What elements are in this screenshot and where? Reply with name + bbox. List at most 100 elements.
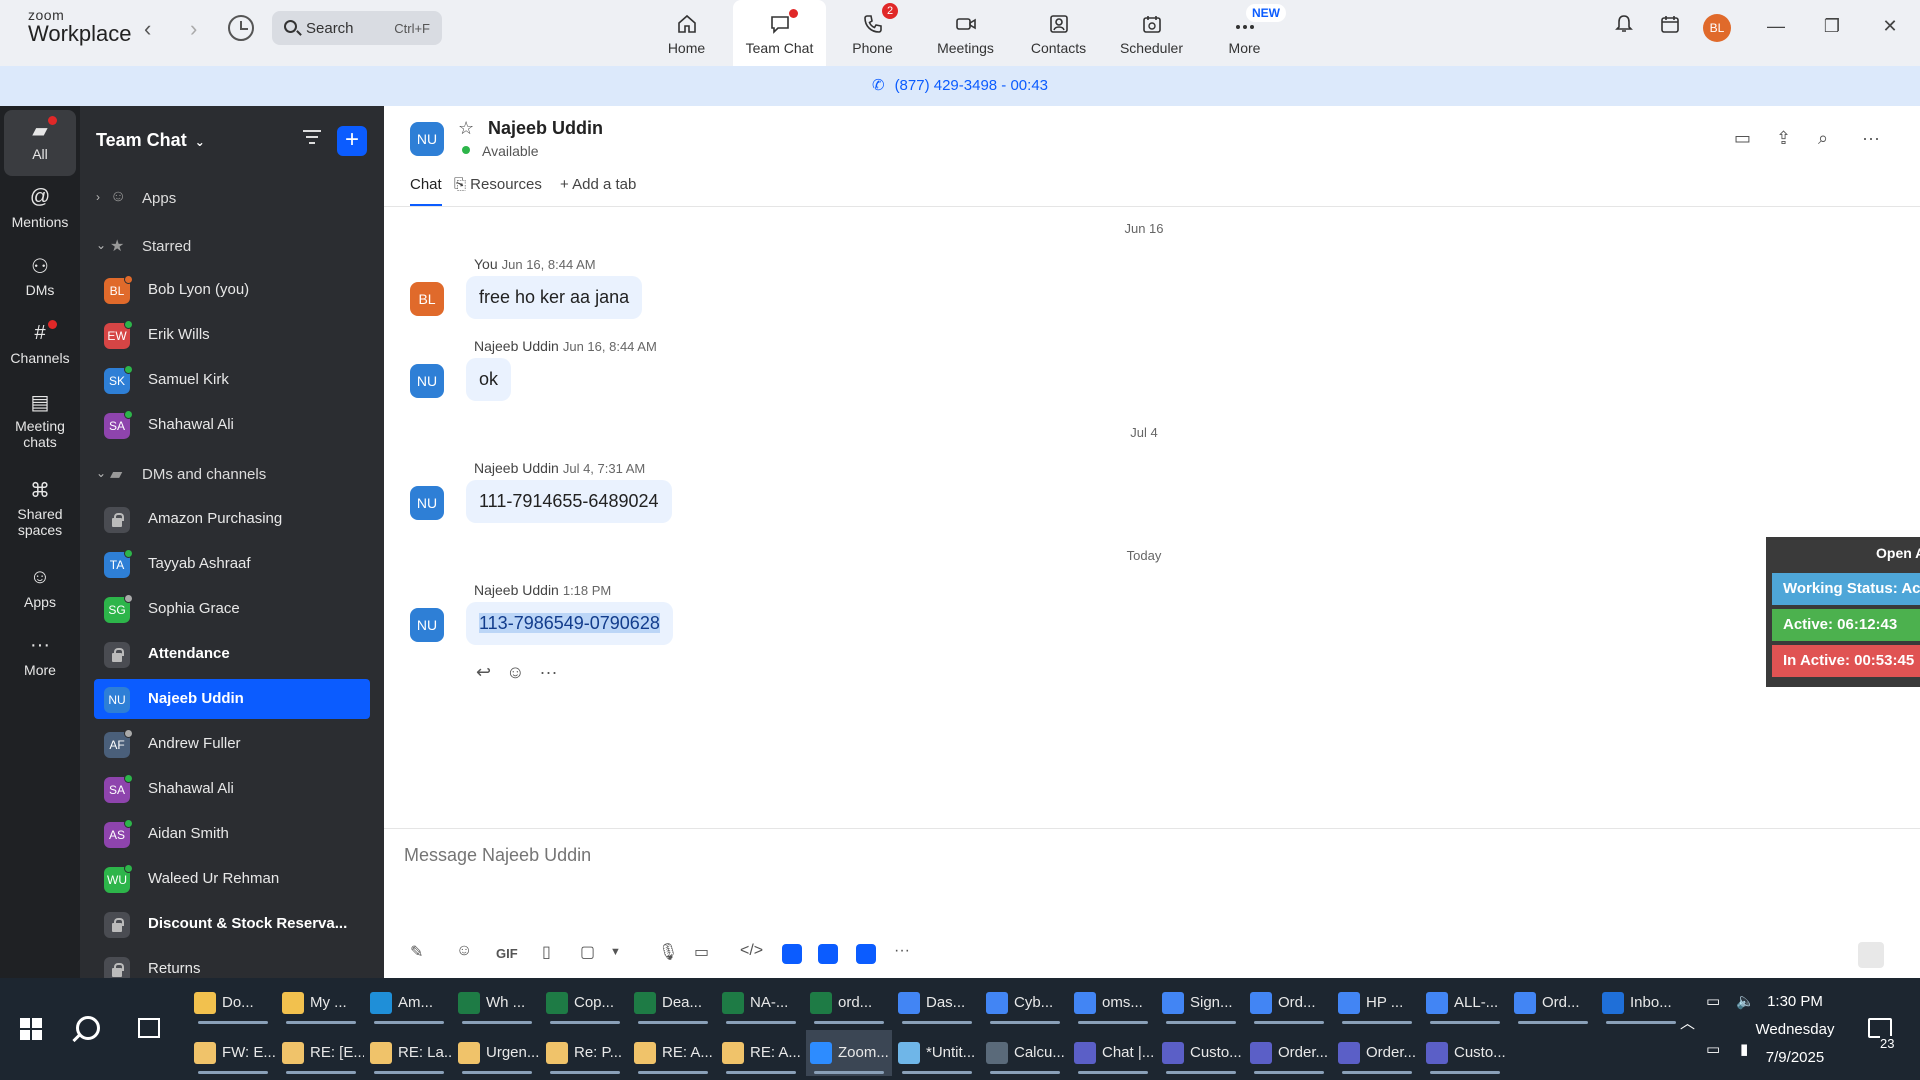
open-label[interactable]: Open A: [1876, 545, 1920, 561]
share-screen-icon[interactable]: ⇪: [1776, 128, 1791, 149]
battery-icon[interactable]: ▭: [1706, 992, 1720, 1010]
rail-item-dms[interactable]: ⚇ DMs: [4, 246, 76, 312]
taskbar-app[interactable]: Urgen...: [454, 1030, 540, 1076]
more-icon[interactable]: ···: [894, 942, 910, 960]
message-bubble[interactable]: ok: [466, 358, 512, 401]
reply-icon[interactable]: ↩: [476, 662, 491, 682]
emoji-reaction-icon[interactable]: ☺: [506, 662, 524, 682]
bell-icon[interactable]: [1614, 14, 1634, 34]
minimize-icon[interactable]: —: [1764, 16, 1788, 37]
work-status-widget[interactable]: Open A Working Status: Ac Active: 06:12:…: [1766, 537, 1920, 687]
taskbar-app[interactable]: HP ...: [1334, 980, 1420, 1026]
contact-tayyab-ashraaf[interactable]: TA Tayyab Ashraaf: [94, 544, 370, 584]
restore-icon[interactable]: ❐: [1820, 16, 1844, 37]
microphone-icon[interactable]: 🎙: [658, 942, 678, 962]
channel-amazon-purchasing[interactable]: Amazon Purchasing: [94, 499, 370, 539]
contact-samuel-kirk[interactable]: SK Samuel Kirk: [94, 360, 370, 400]
tab-resources[interactable]: ⎘ Resources: [454, 176, 542, 193]
search-icon[interactable]: [76, 1016, 100, 1040]
taskbar-app[interactable]: ord...: [806, 980, 892, 1026]
message-bubble[interactable]: free ho ker aa jana: [466, 276, 643, 319]
active-call-banner[interactable]: ✆ (877) 429-3498 - 00:43: [0, 66, 1920, 106]
taskbar-app[interactable]: Chat |...: [1070, 1030, 1156, 1076]
send-button[interactable]: [1858, 942, 1884, 968]
tab-chat[interactable]: Chat: [410, 176, 442, 206]
app-icon[interactable]: [818, 944, 838, 964]
search-icon[interactable]: ⌕: [1818, 128, 1828, 149]
message-bubble[interactable]: 113-7986549-0790628: [466, 602, 673, 645]
section-starred[interactable]: ⌄ ★ Starred: [80, 226, 384, 266]
taskbar-app[interactable]: Order...: [1246, 1030, 1332, 1076]
chevron-down-icon[interactable]: ▼: [610, 946, 621, 958]
gif-icon[interactable]: GIF: [496, 946, 518, 961]
tab-more[interactable]: NEW More: [1198, 0, 1291, 66]
star-icon[interactable]: ☆: [458, 118, 474, 139]
app-icon[interactable]: [856, 944, 876, 964]
video-call-icon[interactable]: ▭: [1734, 128, 1751, 149]
contact-aidan-smith[interactable]: AS Aidan Smith: [94, 814, 370, 854]
rail-item-meeting-chats[interactable]: ▤ Meeting chats: [4, 382, 76, 468]
contact-najeeb-uddin[interactable]: NU Najeeb Uddin: [94, 679, 370, 719]
screenshot-icon[interactable]: ▢: [580, 942, 595, 962]
new-chat-button[interactable]: +: [337, 126, 367, 156]
taskbar-app[interactable]: Order...: [1334, 1030, 1420, 1076]
tab-team-chat[interactable]: Team Chat: [733, 0, 826, 66]
back-arrow-icon[interactable]: ‹: [144, 16, 151, 42]
taskbar-app[interactable]: Das...: [894, 980, 980, 1026]
taskbar-app[interactable]: Cop...: [542, 980, 628, 1026]
calendar-icon[interactable]: [1660, 14, 1680, 34]
tab-contacts[interactable]: Contacts: [1012, 0, 1105, 66]
selected-text[interactable]: 113-7986549-0790628: [479, 613, 660, 633]
format-icon[interactable]: ✎: [410, 942, 423, 962]
rail-item-shared-spaces[interactable]: ⌘ Shared spaces: [4, 470, 76, 556]
chat-contact-name[interactable]: Najeeb Uddin: [488, 118, 603, 139]
taskbar-app[interactable]: NA-...: [718, 980, 804, 1026]
video-message-icon[interactable]: ▭: [694, 942, 709, 962]
rail-item-mentions[interactable]: @ Mentions: [4, 178, 76, 244]
taskbar-app[interactable]: Calcu...: [982, 1030, 1068, 1076]
tab-home[interactable]: Home: [640, 0, 733, 66]
message-input[interactable]: [404, 840, 1894, 870]
taskbar-app[interactable]: Am...: [366, 980, 452, 1026]
tab-scheduler[interactable]: Scheduler: [1105, 0, 1198, 66]
file-icon[interactable]: ▯: [542, 942, 551, 962]
taskbar-app[interactable]: RE: A...: [718, 1030, 804, 1076]
taskbar-app[interactable]: oms...: [1070, 980, 1156, 1026]
channel-discount-stock[interactable]: Discount & Stock Reserva...: [94, 904, 370, 944]
contact-avatar[interactable]: NU: [410, 122, 444, 156]
taskbar-app[interactable]: Cyb...: [982, 980, 1068, 1026]
taskbar-app[interactable]: Zoom...: [806, 1030, 892, 1076]
search-box[interactable]: Search Ctrl+F: [272, 11, 442, 45]
clock[interactable]: 1:30 PM Wednesday 7/9/2025: [1750, 988, 1840, 1072]
task-view-icon[interactable]: [138, 1018, 160, 1038]
taskbar-app[interactable]: My ...: [278, 980, 364, 1026]
rail-item-more[interactable]: ··· More: [4, 626, 76, 692]
taskbar-app[interactable]: Ord...: [1510, 980, 1596, 1026]
user-avatar[interactable]: BL: [1703, 14, 1731, 42]
section-apps[interactable]: › ☺ Apps: [80, 178, 384, 218]
code-icon[interactable]: </>: [740, 942, 763, 960]
taskbar-app[interactable]: Custo...: [1422, 1030, 1508, 1076]
notification-center-icon[interactable]: [1868, 1018, 1892, 1038]
contact-sophia-grace[interactable]: SG Sophia Grace: [94, 589, 370, 629]
taskbar-app[interactable]: RE: [E...: [278, 1030, 364, 1076]
rail-item-channels[interactable]: # Channels: [4, 314, 76, 380]
emoji-icon[interactable]: ☺: [456, 942, 472, 960]
taskbar-app[interactable]: FW: E...: [190, 1030, 276, 1076]
contact-andrew-fuller[interactable]: AF Andrew Fuller: [94, 724, 370, 764]
taskbar-app[interactable]: ALL-...: [1422, 980, 1508, 1026]
taskbar-app[interactable]: Wh ...: [454, 980, 540, 1026]
windows-start-icon[interactable]: [20, 1018, 42, 1040]
app-icon[interactable]: [782, 944, 802, 964]
channel-returns[interactable]: Returns: [94, 949, 370, 978]
more-icon[interactable]: ···: [540, 662, 558, 682]
taskbar-app[interactable]: Sign...: [1158, 980, 1244, 1026]
taskbar-app[interactable]: Re: P...: [542, 1030, 628, 1076]
taskbar-app[interactable]: Ord...: [1246, 980, 1332, 1026]
chevron-up-icon[interactable]: ︿: [1680, 1012, 1695, 1033]
rail-item-apps[interactable]: ☺ Apps: [4, 558, 76, 624]
taskbar-app[interactable]: RE: La...: [366, 1030, 452, 1076]
contact-erik-wills[interactable]: EW Erik Wills: [94, 315, 370, 355]
channel-attendance[interactable]: Attendance: [94, 634, 370, 674]
contact-waleed-ur-rehman[interactable]: WU Waleed Ur Rehman: [94, 859, 370, 899]
